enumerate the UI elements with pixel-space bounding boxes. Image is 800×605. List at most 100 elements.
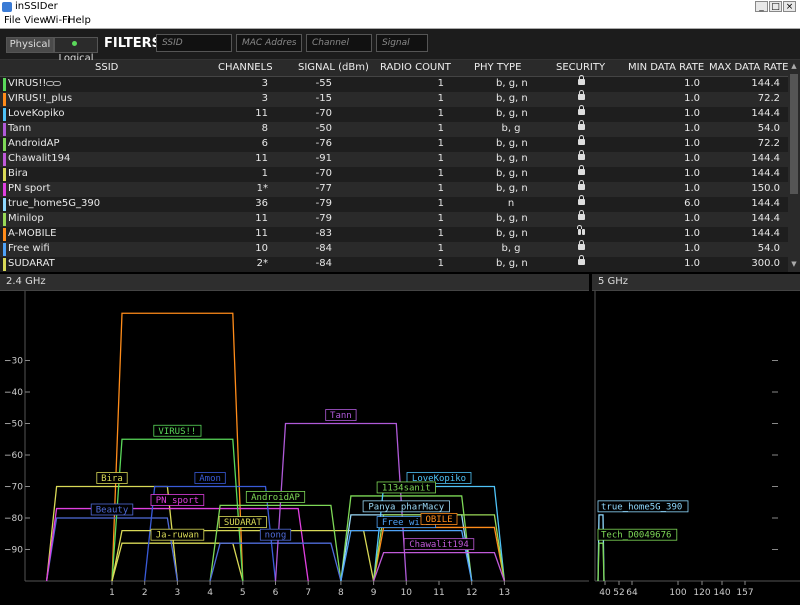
cell-ssid: Free wifi (8, 243, 50, 254)
maximize-button[interactable]: □ (769, 1, 782, 12)
x-tick-label: 1 (109, 588, 115, 598)
cell-ssid: Bira (8, 168, 28, 179)
col-signal[interactable]: SIGNAL (dBm) (298, 62, 369, 73)
lock-icon (578, 135, 585, 146)
table-row[interactable]: #5ad95aVIRUS!! 3 -55 1 b, g, n 1.0 144.4 (0, 75, 788, 92)
col-phy-type[interactable]: PHY TYPE (474, 62, 521, 73)
col-max-rate[interactable]: MAX DATA RATE (709, 62, 788, 73)
menu-view[interactable]: View (24, 15, 48, 26)
cell-channels: 8 (261, 123, 268, 134)
menu-bar: File View Wi-Fi Help (0, 14, 800, 29)
physical-toggle[interactable]: Physical (6, 37, 54, 53)
cell-radio-count: 1 (437, 93, 444, 104)
cell-min-rate: 1.0 (684, 138, 700, 149)
close-button[interactable]: × (783, 1, 796, 12)
table-row[interactable]: #ff8c1aVIRUS!!_plus 3 -15 1 b, g, n 1.0 72.2 (0, 90, 788, 107)
cell-min-rate: 6.0 (684, 198, 700, 209)
cell-min-rate: 1.0 (684, 153, 700, 164)
cell-radio-count: 1 (437, 153, 444, 164)
menu-file[interactable]: File (4, 15, 21, 26)
row-color-swatch: #9ad957 (3, 213, 6, 226)
chart-label: PN sport (150, 494, 205, 506)
cell-min-rate: 1.0 (684, 243, 700, 254)
chart-label-text: Tann (330, 411, 352, 421)
chart-label: Beauty (90, 503, 134, 516)
x-tick-label: 8 (338, 588, 344, 598)
cell-ssid: PN sport (8, 183, 51, 194)
logical-toggle[interactable]: Logical (54, 37, 98, 64)
cell-phy-type: b, g, n (496, 153, 528, 164)
table-row[interactable]: #4fa3f7Free wifi 10 -84 1 b, g 1.0 54.0 (0, 240, 788, 257)
row-color-swatch: #ff8c1a (3, 228, 6, 241)
col-radio-count[interactable]: RADIO COUNT (380, 62, 451, 73)
cell-min-rate: 1.0 (684, 108, 700, 119)
lock-icon (578, 240, 585, 251)
ssid-filter-input[interactable] (156, 34, 232, 52)
minimize-button[interactable]: _ (755, 1, 768, 12)
chart-label: OBILE (420, 513, 458, 525)
table-row[interactable]: #b05ad9Tann 8 -50 1 b, g 1.0 54.0 (0, 120, 788, 137)
table-row[interactable]: #8fd9fftrue_home5G_390 36 -79 1 n 6.0 144.4 (0, 195, 788, 212)
x-tick-label: 10 (401, 588, 413, 598)
cell-signal: -84 (315, 243, 332, 254)
table-scrollbar[interactable]: ▲ ▼ (788, 60, 800, 272)
cell-min-rate: 1.0 (684, 228, 700, 239)
channel-filter-input[interactable] (306, 34, 372, 52)
row-color-swatch: #d9d957 (3, 258, 6, 271)
signal-filter-input[interactable] (376, 34, 428, 52)
scroll-down-icon[interactable]: ▼ (790, 260, 798, 270)
cell-signal: -70 (315, 168, 332, 179)
cell-min-rate: 1.0 (684, 123, 700, 134)
window-title: inSSIDer (15, 1, 58, 12)
chart-label: 1134sanit (376, 481, 436, 493)
cell-ssid: A-MOBILE (8, 228, 57, 239)
table-row[interactable]: #4fc3f7LoveKopiko 11 -70 1 b, g, n 1.0 144.4 (0, 105, 788, 122)
cell-max-rate: 150.0 (751, 183, 780, 194)
table-row[interactable]: #d9d957Bira 1 -70 1 b, g, n 1.0 144.4 (0, 165, 788, 182)
chart-label-text: OBILE (425, 515, 452, 525)
x-tick-label: 4 (207, 588, 213, 598)
chart-24ghz-title: 2.4 GHz (6, 276, 46, 287)
cell-max-rate: 144.4 (751, 168, 780, 179)
x-tick-label: 7 (305, 588, 311, 598)
col-min-rate[interactable]: MIN DATA RATE (628, 62, 704, 73)
mac-filter-input[interactable] (236, 34, 302, 52)
link-icon (46, 81, 62, 87)
cell-phy-type: b, g, n (496, 108, 528, 119)
x-tick-label: 3 (175, 588, 181, 598)
lock-icon (578, 180, 585, 191)
table-row[interactable]: #e040e0PN sport 1* -77 1 b, g, n 1.0 150.0 (0, 180, 788, 197)
y-tick-label: −40 (4, 388, 23, 398)
x-tick-label: 157 (736, 588, 753, 598)
chart-label-text: Tech_D0049676 (601, 531, 671, 541)
lock-icon (578, 165, 585, 176)
cell-channels: 36 (255, 198, 268, 209)
col-channels[interactable]: CHANNELS (218, 62, 273, 73)
cell-min-rate: 1.0 (684, 168, 700, 179)
table-row[interactable]: #ff8c1aA-MOBILE 11 -83 1 b, g, n 1.0 144.4 (0, 225, 788, 242)
scroll-thumb[interactable] (790, 74, 798, 194)
cell-channels: 11 (255, 153, 268, 164)
filter-bar: Physical Logical FILTERS: (0, 29, 800, 64)
cell-max-rate: 54.0 (757, 123, 780, 134)
x-tick-label: 40 (599, 588, 611, 598)
cell-channels: 11 (255, 213, 268, 224)
table-row[interactable]: #d9d957SUDARAT 2* -84 1 b, g, n 1.0 300.0 (0, 255, 788, 272)
cell-phy-type: b, g, n (496, 183, 528, 194)
col-ssid[interactable]: SSID (95, 62, 118, 73)
y-tick-label: −50 (4, 420, 23, 430)
menu-help[interactable]: Help (68, 15, 91, 26)
menu-wifi[interactable]: Wi-Fi (46, 15, 70, 26)
row-color-swatch: #ff8c1a (3, 93, 6, 106)
row-color-swatch: #e040e0 (3, 183, 6, 196)
cell-min-rate: 1.0 (684, 78, 700, 89)
x-tick-label: 6 (273, 588, 279, 598)
table-row[interactable]: #c05ad9Chawalit194 11 -91 1 b, g, n 1.0 144.4 (0, 150, 788, 167)
chart-label-text: SUDARAT (224, 518, 263, 528)
table-row[interactable]: #7ed957AndroidAP 6 -76 1 b, g, n 1.0 72.2 (0, 135, 788, 152)
table-row[interactable]: #9ad957Minilop 11 -79 1 b, g, n 1.0 144.4 (0, 210, 788, 227)
scroll-up-icon[interactable]: ▲ (790, 62, 798, 72)
cell-radio-count: 1 (437, 213, 444, 224)
col-security[interactable]: SECURITY (556, 62, 605, 73)
cell-max-rate: 144.4 (751, 198, 780, 209)
